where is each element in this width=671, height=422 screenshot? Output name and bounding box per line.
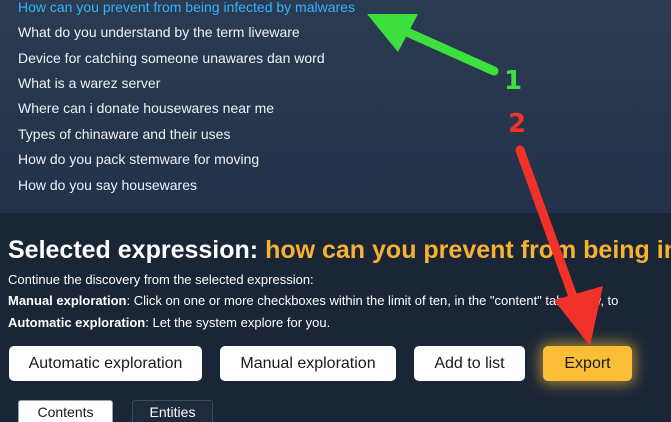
automatic-exploration-button[interactable]: Automatic exploration — [9, 346, 202, 381]
question-item-5[interactable]: Where can i donate housewares near me — [18, 101, 274, 126]
info-intro: Continue the discovery from the selected… — [8, 272, 314, 287]
selected-expression-text: how can you prevent from being in — [265, 236, 671, 264]
selected-label: Selected expression: — [8, 236, 266, 264]
question-item-4[interactable]: What is a warez server — [18, 76, 160, 101]
question-item-2[interactable]: What do you understand by the term livew… — [18, 25, 300, 50]
info-auto-line: Automatic exploration: Let the system ex… — [8, 315, 330, 330]
tab-contents[interactable]: Contents — [18, 400, 113, 422]
annotation-number-1: 1 — [504, 66, 523, 96]
selected-expression-heading: Selected expression: how can you prevent… — [8, 236, 671, 265]
info-manual-line: Manual exploration: Click on one or more… — [8, 293, 618, 308]
auto-label: Automatic exploration — [8, 315, 146, 330]
export-button[interactable]: Export — [543, 346, 632, 381]
manual-text: : Click on one or more checkboxes within… — [126, 293, 619, 308]
manual-exploration-button[interactable]: Manual exploration — [220, 346, 396, 381]
annotation-number-2: 2 — [508, 109, 527, 139]
question-item-8[interactable]: How do you say housewares — [18, 178, 197, 203]
question-item-1[interactable]: How can you prevent from being infected … — [18, 0, 355, 25]
question-item-6[interactable]: Types of chinaware and their uses — [18, 127, 230, 152]
question-item-7[interactable]: How do you pack stemware for moving — [18, 152, 259, 177]
add-to-list-button[interactable]: Add to list — [414, 346, 525, 381]
auto-text: : Let the system explore for you. — [145, 315, 331, 330]
question-item-3[interactable]: Device for catching someone unawares dan… — [18, 51, 325, 76]
tab-entities[interactable]: Entities — [132, 400, 213, 422]
manual-label: Manual exploration — [8, 293, 127, 308]
